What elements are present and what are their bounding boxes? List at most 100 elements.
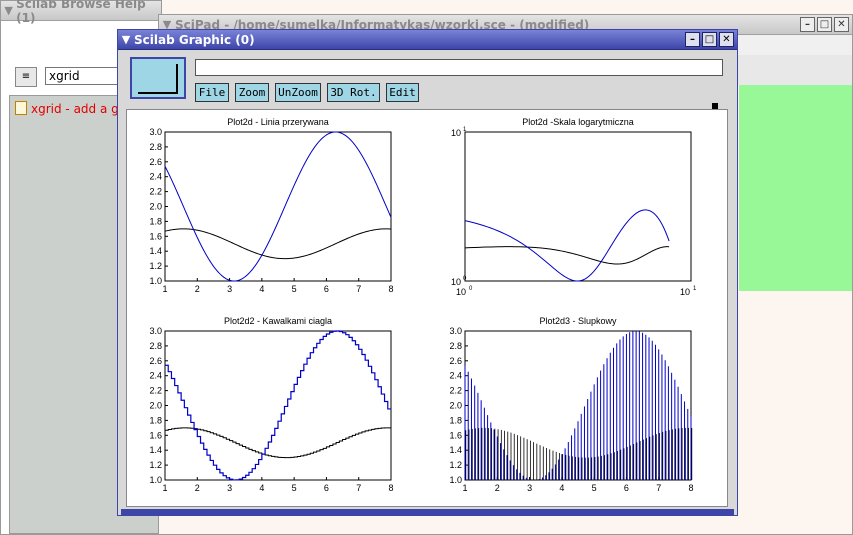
y-tick-label: 1.6	[449, 430, 462, 440]
x-tick-label: 1	[162, 284, 167, 294]
series-step-black	[165, 427, 391, 459]
minimize-icon[interactable]: –	[800, 17, 815, 32]
x-tick-label: 4	[259, 483, 264, 493]
chart-2: Plot2d -Skala logarytmiczna10 110 010 0 10 1	[451, 117, 697, 297]
y-tick-label: 2.4	[449, 371, 462, 381]
y-tick-label: 1.2	[149, 261, 162, 271]
x-tick-label: 6	[624, 483, 629, 493]
help-titlebar[interactable]: ▼ Scilab Browse Help (1)	[1, 0, 161, 25]
y-tick-label: 1.6	[149, 430, 162, 440]
y-tick-label: 1.8	[149, 216, 162, 226]
chevron-down-icon[interactable]: ▼	[118, 33, 134, 46]
plot-canvas[interactable]: Plot2d - Linia przerywana 1 2 3 4 5 6 7 8 1.0 1.2 1…	[126, 109, 728, 507]
x-tick-label: 8	[388, 284, 393, 294]
chart-title: Plot2d - Linia przerywana	[227, 117, 329, 127]
chart-title: Plot2d -Skala logarytmiczna	[522, 117, 634, 127]
x-tick-label: 2	[495, 483, 500, 493]
index-tree-button[interactable]: ≡	[15, 67, 37, 87]
y-tick-label: 3.0	[149, 127, 162, 137]
zoom-button[interactable]: Zoom	[235, 83, 269, 102]
x-tick-exponent: 0	[469, 286, 473, 292]
y-tick-label: 10	[451, 277, 461, 287]
edit-button[interactable]: Edit	[386, 83, 419, 102]
y-tick-label: 2.4	[149, 371, 162, 381]
graphic-command-input[interactable]	[195, 59, 723, 76]
x-tick-label: 10	[456, 287, 466, 297]
x-tick-exponent: 1	[693, 286, 697, 292]
y-tick-label: 1.4	[149, 246, 162, 256]
minimize-icon[interactable]: –	[685, 32, 700, 47]
chart-4: Plot2d3 - Slupkowy 1 2 3 4 5 6 7 8 1.0 1.2 1.4 1.6 1.…	[449, 316, 693, 493]
graphic-thumbnail	[130, 57, 186, 99]
y-tick-label: 1.0	[449, 475, 462, 485]
y-tick-label: 1.6	[149, 231, 162, 241]
y-tick-label: 2.6	[449, 356, 462, 366]
y-tick-label: 1.4	[149, 445, 162, 455]
y-tick-label: 2.0	[149, 401, 162, 411]
x-tick-label: 6	[324, 284, 329, 294]
x-tick-label: 7	[356, 483, 361, 493]
x-tick-label: 4	[559, 483, 564, 493]
maximize-icon[interactable]: □	[702, 32, 717, 47]
y-tick-label: 1.8	[449, 415, 462, 425]
y-tick-label: 2.8	[149, 341, 162, 351]
y-tick-label: 1.2	[149, 460, 162, 470]
y-tick-label: 2.0	[449, 401, 462, 411]
graphic-window[interactable]: ▼ Scilab Graphic (0) – □ ✕ File Zoom UnZ…	[117, 29, 738, 516]
y-tick-label: 3.0	[449, 326, 462, 336]
chart-title: Plot2d2 - Kawalkami ciagla	[224, 316, 332, 326]
x-tick-label: 5	[292, 284, 297, 294]
x-tick-label: 8	[688, 483, 693, 493]
graphic-bottom-border	[121, 509, 734, 515]
y-tick-label: 3.0	[149, 326, 162, 336]
scipad-highlight-region	[739, 85, 852, 291]
x-tick-label: 7	[356, 284, 361, 294]
x-tick-label: 6	[324, 483, 329, 493]
help-title: Scilab Browse Help (1)	[16, 0, 146, 25]
series-line-blue	[464, 209, 670, 282]
document-icon	[15, 101, 27, 115]
x-tick-label: 5	[592, 483, 597, 493]
3d-rotation-button[interactable]: 3D Rot.	[327, 83, 380, 102]
help-result-item[interactable]: xgrid - add a g	[15, 101, 119, 116]
graphic-title: Scilab Graphic (0)	[134, 32, 255, 47]
y-tick-label: 1.8	[149, 415, 162, 425]
file-button[interactable]: File	[195, 83, 229, 102]
chart-1: Plot2d - Linia przerywana 1 2 3 4 5 6 7 8 1.0 1.2 1…	[149, 117, 393, 294]
x-tick-label: 1	[162, 483, 167, 493]
x-tick-label: 7	[656, 483, 661, 493]
y-tick-label: 1.0	[149, 475, 162, 485]
x-tick-label: 4	[259, 284, 264, 294]
maximize-icon[interactable]: □	[817, 17, 832, 32]
y-tick-label: 1.0	[149, 276, 162, 286]
help-result-label: xgrid - add a g	[31, 102, 119, 116]
x-tick-label: 5	[292, 483, 297, 493]
x-tick-label: 3	[227, 284, 232, 294]
y-tick-label: 2.2	[449, 386, 462, 396]
chevron-down-icon[interactable]: ▼	[1, 4, 16, 17]
y-tick-label: 2.8	[449, 341, 462, 351]
graphic-titlebar[interactable]: ▼ Scilab Graphic (0) – □ ✕	[118, 30, 737, 50]
tree-icon: ≡	[21, 71, 31, 82]
x-tick-label: 3	[527, 483, 532, 493]
close-icon[interactable]: ✕	[719, 32, 734, 47]
x-tick-label: 2	[195, 483, 200, 493]
unzoom-button[interactable]: UnZoom	[275, 83, 321, 102]
chart-title: Plot2d3 - Slupkowy	[539, 316, 617, 326]
y-tick-label: 1.4	[449, 445, 462, 455]
series-line-black	[464, 246, 670, 265]
y-tick-label: 1.2	[449, 460, 462, 470]
y-tick-label: 2.8	[149, 142, 162, 152]
y-tick-label: 2.6	[149, 157, 162, 167]
y-tick-label: 10	[451, 128, 461, 138]
x-tick-label: 1	[462, 483, 467, 493]
close-icon[interactable]: ✕	[834, 17, 849, 32]
y-tick-label: 2.6	[149, 356, 162, 366]
chart-3: Plot2d2 - Kawalkami ciagla 1 2 3 4 5 6 7 8 1.0 1.2…	[149, 316, 393, 493]
y-tick-label: 2.0	[149, 202, 162, 212]
x-tick-label: 3	[227, 483, 232, 493]
x-tick-label: 10	[680, 287, 690, 297]
plots-svg: Plot2d - Linia przerywana 1 2 3 4 5 6 7 8 1.0 1.2 1…	[149, 117, 697, 493]
series-line-black	[164, 228, 392, 260]
x-tick-label: 2	[195, 284, 200, 294]
